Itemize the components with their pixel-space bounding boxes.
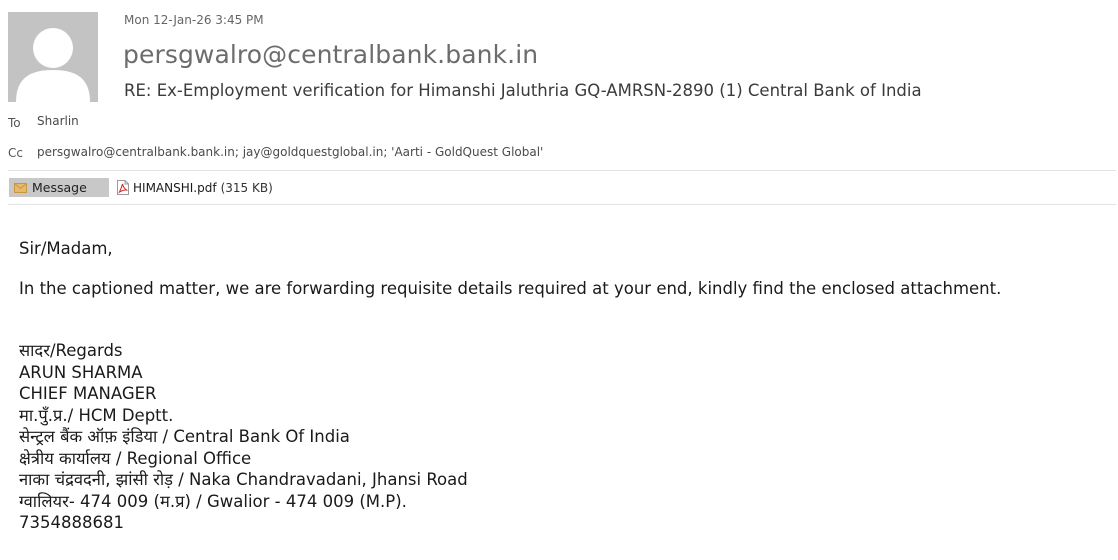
message-tab-label: Message xyxy=(32,180,87,195)
email-subject: RE: Ex-Employment verification for Himan… xyxy=(124,81,922,100)
header-divider xyxy=(8,170,1116,171)
email-sender[interactable]: persgwalro@centralbank.bank.in xyxy=(123,40,538,69)
sender-avatar[interactable] xyxy=(8,12,98,102)
to-label: To xyxy=(8,116,21,130)
attachment-size: (315 KB) xyxy=(220,180,273,195)
attachment-item[interactable]: HIMANSHI.pdf (315 KB) xyxy=(117,178,273,197)
message-tab[interactable]: Message xyxy=(9,178,109,197)
signature-line: CHIEF MANAGER xyxy=(19,384,157,403)
email-paragraph: In the captioned matter, we are forwardi… xyxy=(19,279,1002,298)
cc-label: Cc xyxy=(8,146,23,160)
signature-line: मा.पुँ.प्र./ HCM Deptt. xyxy=(19,405,174,425)
attachment-filename: HIMANSHI.pdf xyxy=(133,180,217,195)
to-recipient[interactable]: Sharlin xyxy=(37,114,79,128)
email-header: Mon 12-Jan-26 3:45 PM persgwalro@central… xyxy=(0,0,1118,205)
signature-line: ARUN SHARMA xyxy=(19,362,143,382)
pdf-file-icon xyxy=(117,180,129,195)
signature-phone: 7354888681 xyxy=(19,513,124,532)
email-date: Mon 12-Jan-26 3:45 PM xyxy=(124,13,264,27)
cc-recipients[interactable]: persgwalro@centralbank.bank.in; jay@gold… xyxy=(37,145,543,159)
signature-line: क्षेत्रीय कार्यालय / Regional Office xyxy=(19,448,252,468)
signature-line: सेन्ट्रल बैंक ऑफ़ इंडिया / Central Bank … xyxy=(19,427,350,446)
person-silhouette-icon xyxy=(8,12,98,102)
tabs-divider xyxy=(8,204,1116,205)
email-signature: सादर/Regards ARUN SHARMA CHIEF MANAGER म… xyxy=(19,340,468,534)
email-greeting: Sir/Madam, xyxy=(19,239,113,258)
signature-line: सादर/Regards xyxy=(19,341,123,360)
envelope-icon xyxy=(14,182,27,193)
signature-line: नाका चंद्रवदनी, झांसी रोड़ / Naka Chandr… xyxy=(19,470,468,489)
signature-line: ग्वालियर- 474 009 (म.प्र) / Gwalior - 47… xyxy=(19,491,407,511)
